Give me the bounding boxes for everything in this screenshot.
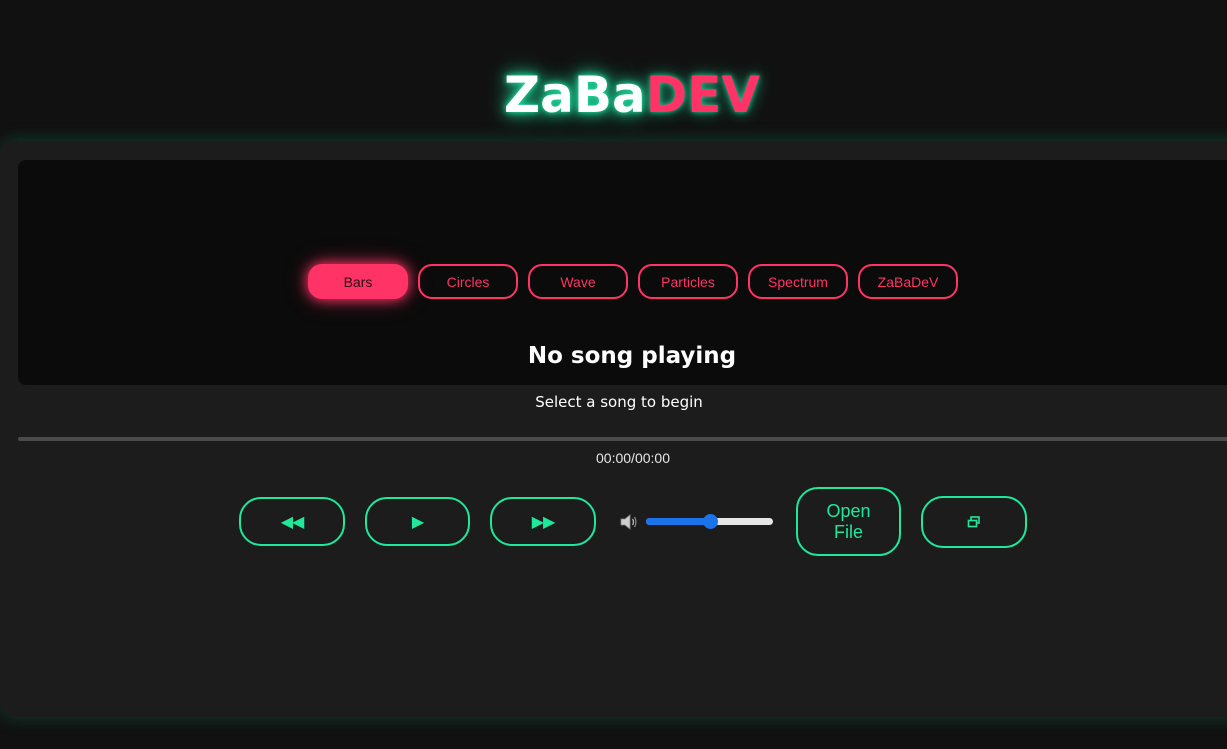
mode-button-spectrum[interactable]: Spectrum <box>748 264 848 299</box>
progress-bar[interactable] <box>18 437 1227 441</box>
visualizer-mode-selector: Bars Circles Wave Particles Spectrum ZaB… <box>308 264 958 299</box>
play-button[interactable]: ▶ <box>365 497 470 546</box>
restore-window-icon <box>967 516 980 528</box>
player-panel <box>0 141 1227 717</box>
play-icon: ▶ <box>411 512 424 531</box>
mode-button-particles[interactable]: Particles <box>638 264 738 299</box>
speaker-icon <box>620 514 637 530</box>
mode-button-circles[interactable]: Circles <box>418 264 518 299</box>
mode-button-wave[interactable]: Wave <box>528 264 628 299</box>
fast-forward-icon: ▶▶ <box>531 512 556 531</box>
previous-button[interactable]: ◀◀ <box>239 497 345 546</box>
mode-button-zabadev[interactable]: ZaBaDeV <box>858 264 958 299</box>
volume-slider-thumb[interactable] <box>702 514 718 529</box>
volume-slider[interactable] <box>646 514 773 529</box>
time-display: 00:00/00:00 <box>596 450 670 466</box>
song-subtitle: Select a song to begin <box>535 393 703 411</box>
open-file-label: Open File <box>826 500 871 542</box>
open-file-button[interactable]: Open File <box>796 487 901 556</box>
brand-logo: ZaBaDEV <box>0 62 1227 128</box>
rewind-icon: ◀◀ <box>280 512 305 531</box>
next-button[interactable]: ▶▶ <box>490 497 596 546</box>
song-title: No song playing <box>527 343 737 369</box>
brand-logo-part2: DEV <box>645 66 761 124</box>
brand-logo-part1: ZaBa <box>503 66 646 124</box>
mini-player-button[interactable] <box>921 496 1027 548</box>
volume-slider-fill <box>646 518 710 525</box>
mode-button-bars[interactable]: Bars <box>308 264 408 299</box>
